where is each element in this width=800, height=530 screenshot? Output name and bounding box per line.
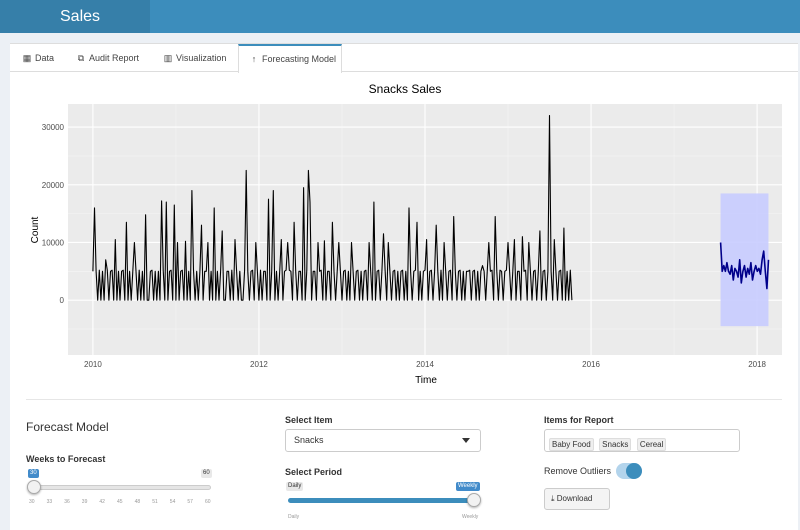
- weeks-tick-label: 45: [117, 499, 123, 505]
- select-item-dropdown[interactable]: Snacks: [285, 429, 481, 452]
- x-tick-label: 2012: [250, 360, 268, 369]
- section-divider: [26, 399, 782, 400]
- weeks-max-badge: 60: [201, 469, 212, 478]
- weeks-tick-label: 51: [152, 499, 158, 505]
- weeks-to-forecast-label: Weeks to Forecast: [26, 454, 106, 464]
- weeks-slider-track[interactable]: [29, 485, 211, 490]
- weeks-tick-label: 60: [205, 499, 211, 505]
- weeks-tick-label: 42: [99, 499, 105, 505]
- report-item-chip[interactable]: Snacks: [599, 438, 632, 451]
- period-slider-track[interactable]: [288, 498, 474, 503]
- y-axis-label: Count: [30, 216, 41, 243]
- caret-down-icon: [462, 438, 470, 443]
- report-item-chip[interactable]: Cereal: [636, 438, 667, 451]
- weeks-tick-label: 36: [64, 499, 70, 505]
- forecast-band: [720, 193, 769, 327]
- weeks-value-badge: 30: [28, 469, 39, 478]
- weeks-tick-label: 48: [134, 499, 141, 505]
- select-item-label: Select Item: [285, 415, 333, 425]
- x-axis-label: Time: [415, 375, 437, 386]
- y-tick-label: 30000: [42, 123, 65, 132]
- weeks-tick-label: 30: [29, 499, 35, 505]
- select-item-value: Snacks: [294, 435, 324, 445]
- download-button[interactable]: ⤓ Download: [544, 488, 610, 510]
- x-tick-label: 2016: [582, 360, 600, 369]
- remove-outliers-toggle[interactable]: [616, 463, 642, 479]
- forecast-interval-band: [720, 193, 769, 327]
- weeks-slider-handle[interactable]: [27, 480, 41, 494]
- weeks-tick-label: 33: [46, 499, 53, 505]
- weeks-tick-label: 57: [187, 499, 193, 505]
- chart-title: Snacks Sales: [369, 82, 442, 96]
- weeks-tick-label: 39: [81, 499, 88, 505]
- forecast-model-heading: Forecast Model: [26, 420, 109, 434]
- download-icon: ⤓: [551, 494, 555, 503]
- period-tick-left: Daily: [288, 514, 300, 520]
- toggle-knob: [626, 463, 642, 479]
- y-tick-label: 10000: [42, 238, 65, 247]
- period-value-badge: Weekly: [456, 482, 480, 491]
- items-for-report-input[interactable]: Baby Food Snacks Cereal: [544, 429, 740, 452]
- x-tick-label: 2014: [416, 360, 434, 369]
- report-item-chip[interactable]: Baby Food: [549, 438, 594, 451]
- period-left-badge: Daily: [286, 482, 304, 491]
- remove-outliers-label: Remove Outliers: [544, 466, 612, 476]
- x-tick-label: 2018: [748, 360, 766, 369]
- period-tick-right: Weekly: [462, 514, 479, 520]
- download-label: Download: [556, 494, 593, 503]
- y-tick-label: 0: [60, 296, 65, 305]
- period-slider-handle[interactable]: [467, 493, 481, 507]
- sales-forecast-chart: Snacks Sales 2010 2012 2014 2016 2018 0 10000 2…: [30, 82, 782, 386]
- items-for-report-label: Items for Report: [544, 415, 614, 425]
- y-tick-label: 20000: [42, 181, 65, 190]
- select-period-label: Select Period: [285, 467, 343, 477]
- x-tick-label: 2010: [84, 360, 102, 369]
- weeks-tick-label: 54: [169, 499, 176, 505]
